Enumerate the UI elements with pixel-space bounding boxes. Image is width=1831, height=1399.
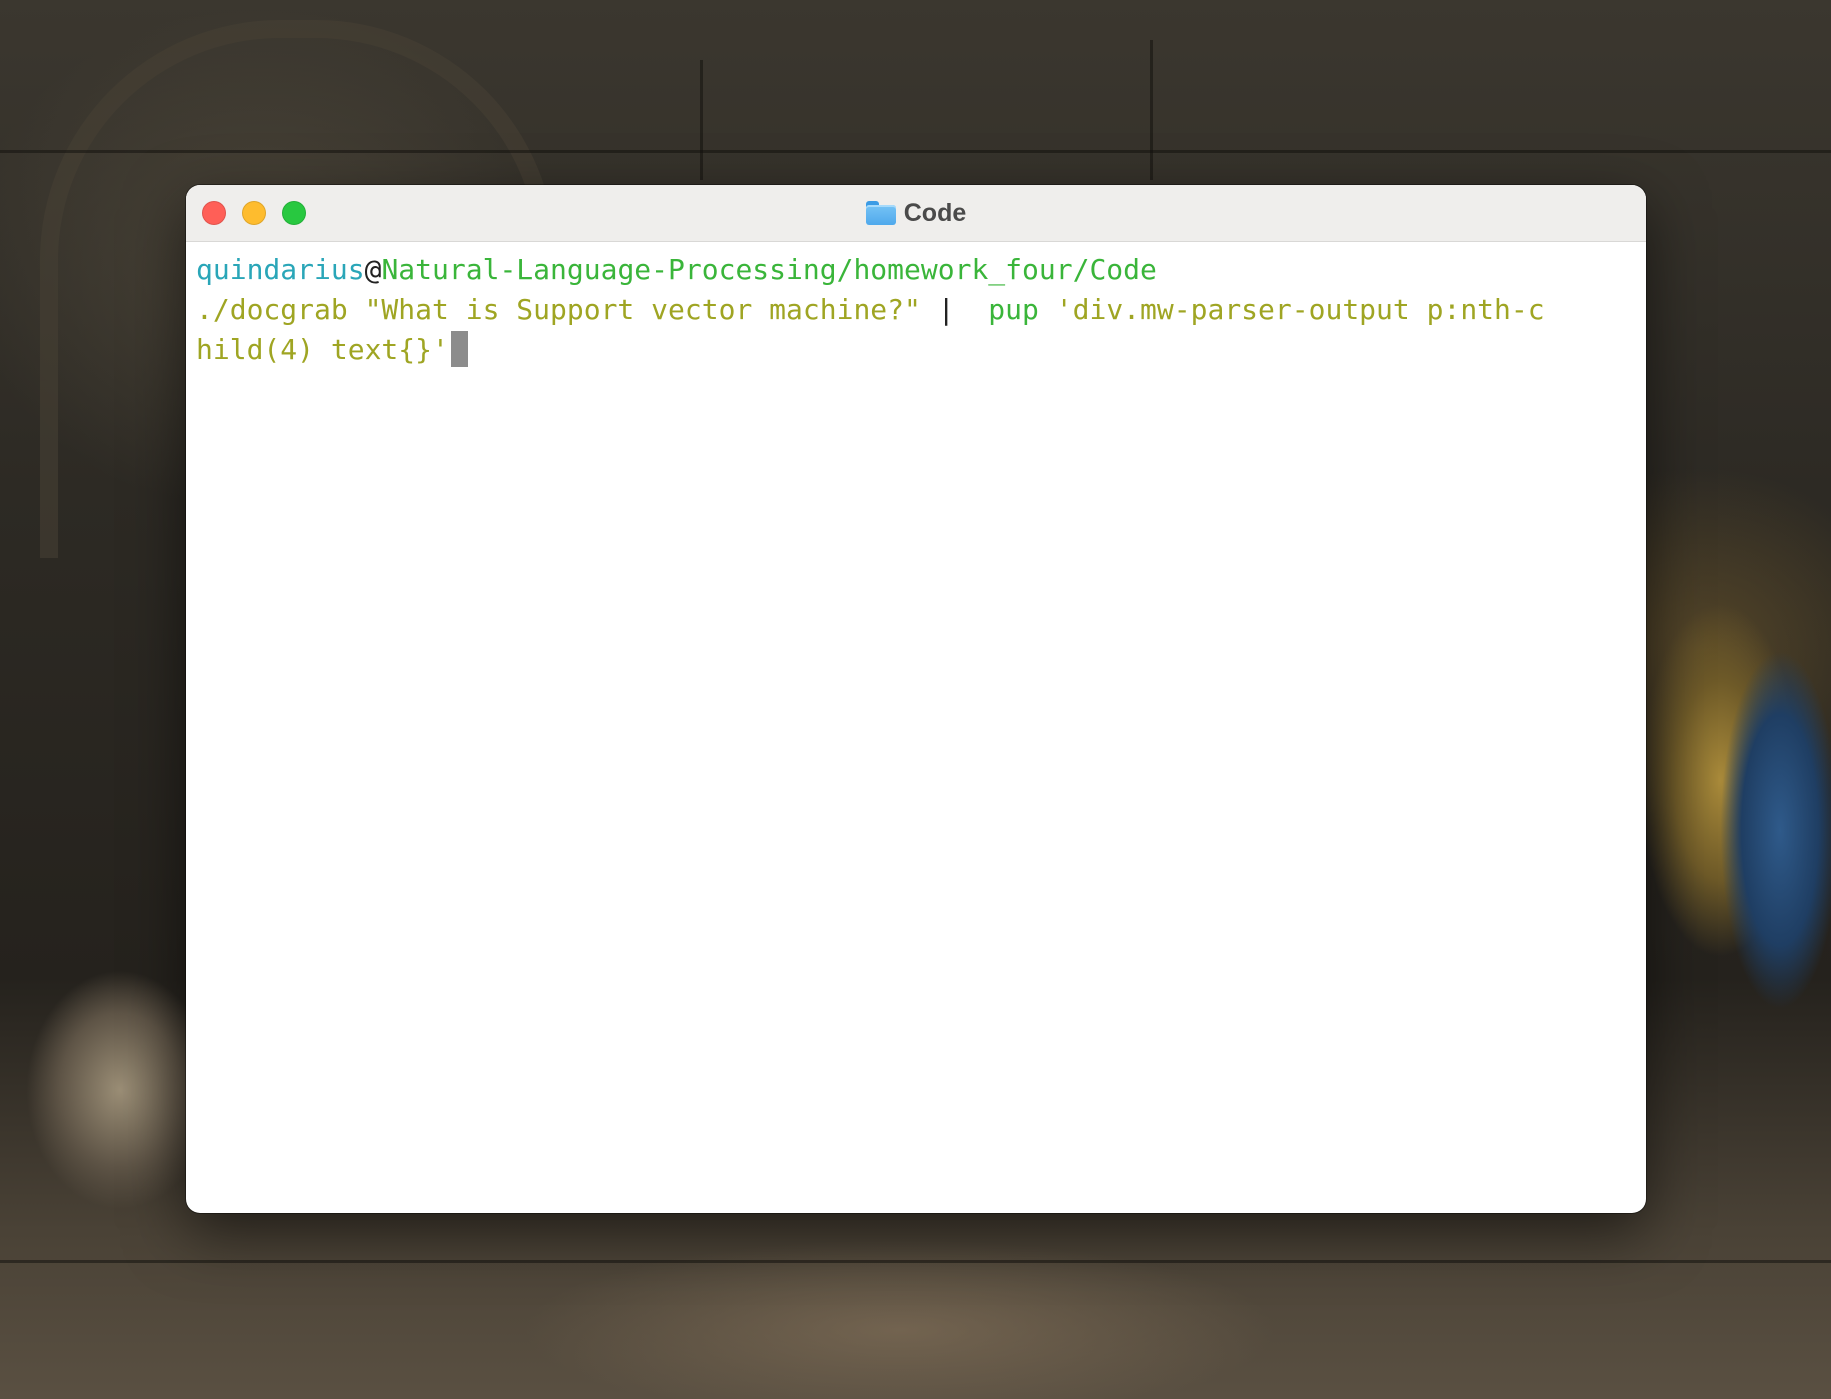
text-cursor [450, 331, 468, 367]
window-title-group: Code [186, 185, 1646, 241]
command-line-1: ./docgrab "What is Support vector machin… [196, 290, 1636, 330]
prompt-at: @ [364, 253, 382, 286]
command-pipe: | [920, 293, 972, 326]
title-bar[interactable]: Code [186, 185, 1646, 242]
window-title: Code [903, 198, 967, 227]
command-selector-part1: 'div.mw-parser-output p:nth-c [1038, 293, 1545, 326]
prompt-path: Natural-Language-Processing/homework_fou… [381, 253, 1157, 286]
terminal-content[interactable]: quindarius@Natural-Language-Processing/h… [186, 242, 1636, 370]
command-line-2: hild(4) text{}' [196, 330, 1636, 370]
command-pup: pup [971, 293, 1039, 326]
background-figure-cloak [1720, 620, 1831, 1040]
command-docgrab: ./docgrab "What is Support vector machin… [196, 293, 921, 326]
prompt-user: quindarius [196, 253, 365, 286]
terminal-window[interactable]: Code quindarius@Natural-Language-Process… [186, 185, 1646, 1213]
command-selector-part2: hild(4) text{}' [196, 333, 449, 366]
background-figure-left [20, 950, 200, 1210]
folder-icon [865, 201, 896, 225]
prompt-line: quindarius@Natural-Language-Processing/h… [196, 250, 1636, 290]
